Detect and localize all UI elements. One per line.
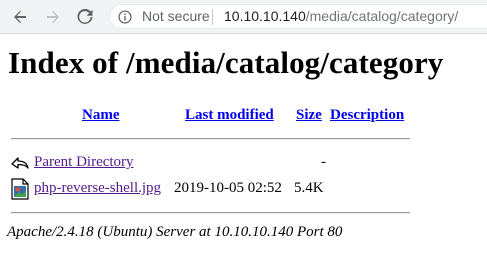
- file-link[interactable]: php-reverse-shell.jpg: [34, 180, 161, 197]
- url-host: 10.10.10.140: [224, 8, 306, 24]
- column-header-last-modified[interactable]: Last modified: [185, 107, 274, 124]
- column-header-size[interactable]: Size: [296, 107, 322, 124]
- footer-divider: [11, 212, 410, 214]
- browser-toolbar: Not secure 10.10.10.140/media/catalog/ca…: [0, 0, 487, 34]
- address-bar[interactable]: Not secure 10.10.10.140/media/catalog/ca…: [109, 4, 487, 29]
- reload-icon: [77, 9, 93, 24]
- forward-arrow-icon: [47, 11, 59, 23]
- row-size: 5.4K: [294, 180, 324, 196]
- row-last-modified: 2019-10-05 02:52: [174, 180, 282, 196]
- row-size: -: [321, 154, 326, 170]
- info-icon[interactable]: [118, 10, 132, 24]
- server-signature: Apache/2.4.18 (Ubuntu) Server at 10.10.1…: [7, 224, 343, 240]
- reload-button[interactable]: [74, 6, 96, 28]
- header-divider: [11, 138, 410, 140]
- security-label[interactable]: Not secure: [142, 8, 210, 24]
- image-file-icon: [11, 178, 29, 200]
- back-arrow-icon: [14, 11, 26, 23]
- column-header-description[interactable]: Description: [330, 107, 404, 124]
- page-title: Index of /media/catalog/category: [8, 45, 444, 80]
- column-header-name[interactable]: Name: [82, 107, 120, 124]
- url-text[interactable]: 10.10.10.140/media/catalog/category/: [224, 8, 458, 24]
- omnibox-divider: [212, 9, 213, 25]
- back-button[interactable]: [9, 6, 31, 28]
- forward-button[interactable]: [42, 6, 64, 28]
- back-arrow-icon: [11, 157, 29, 169]
- url-path: /media/catalog/category/: [305, 8, 459, 24]
- parent-directory-link[interactable]: Parent Directory: [34, 154, 134, 171]
